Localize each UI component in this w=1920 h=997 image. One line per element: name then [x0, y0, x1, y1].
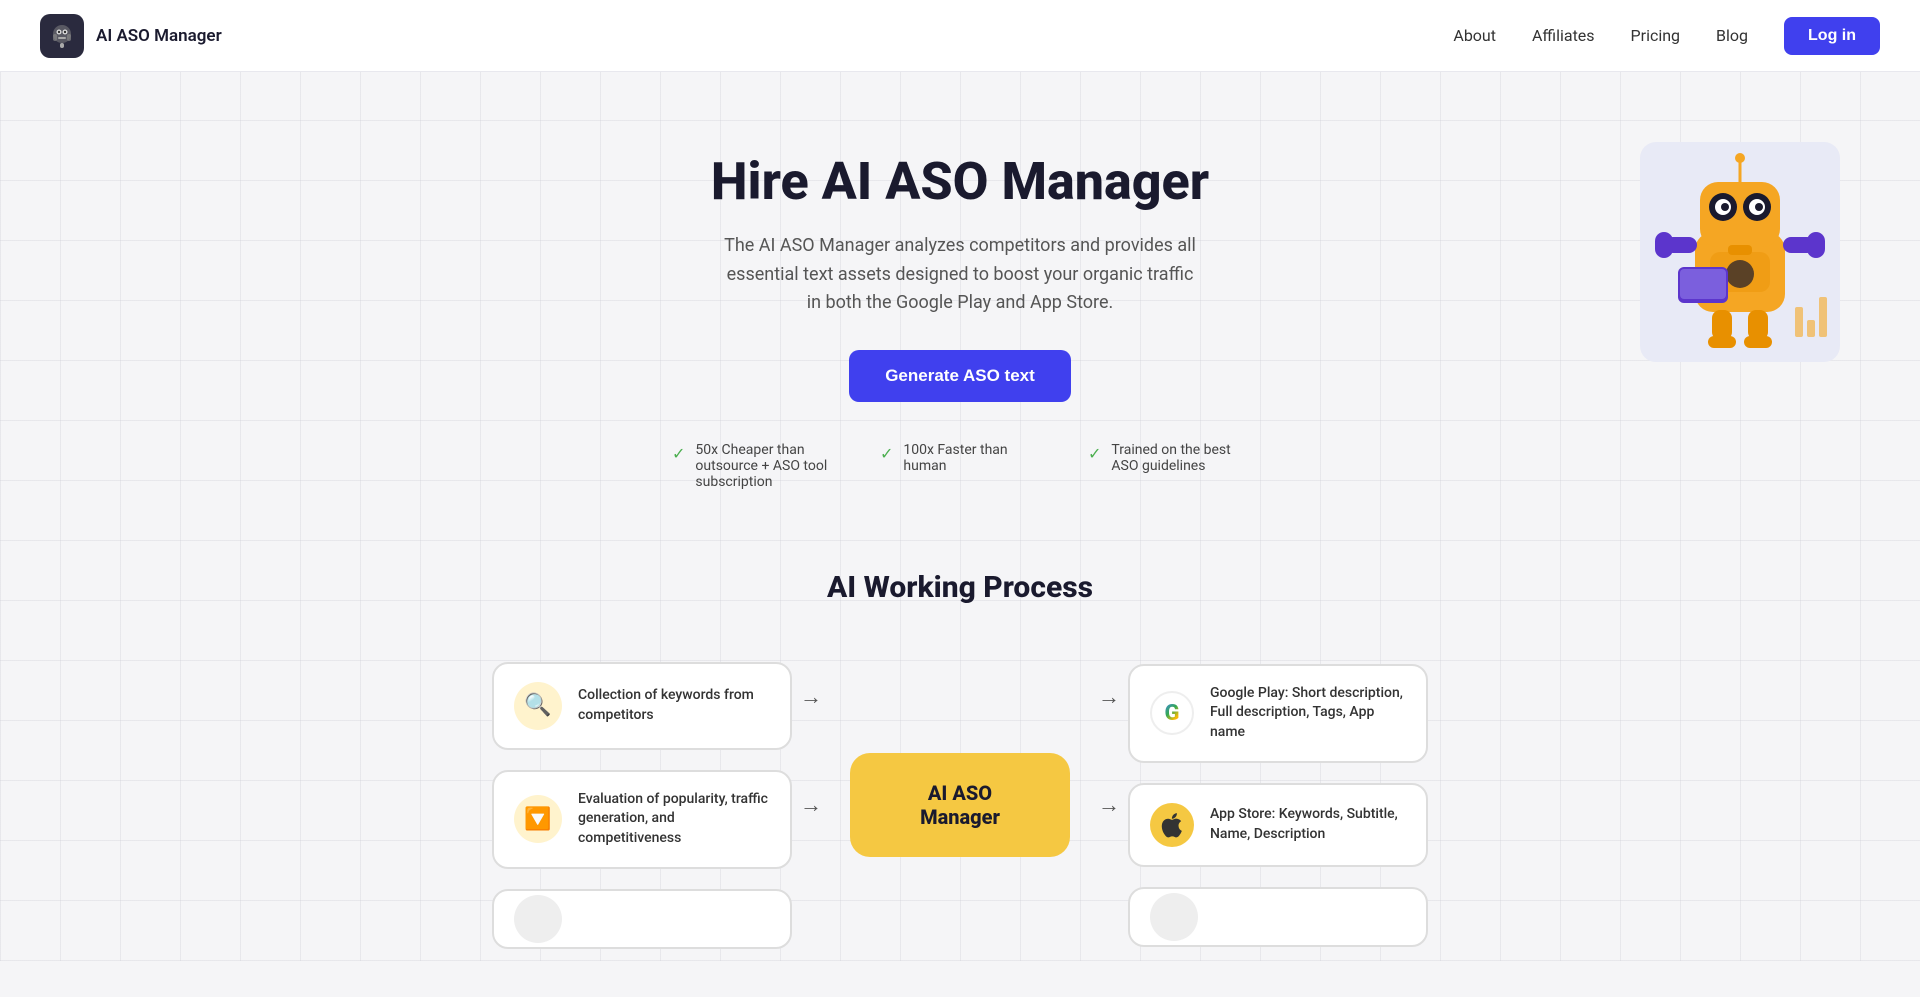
output-cards-col: G Google Play: Short description, Full d…: [1128, 664, 1428, 947]
features-row: ✓ 50x Cheaper than outsource + ASO tool …: [20, 442, 1900, 490]
input-card-keywords-text: Collection of keywords from competitors: [578, 686, 770, 725]
hero-subtitle: The AI ASO Manager analyzes competitors …: [720, 232, 1200, 318]
nav-about[interactable]: About: [1453, 26, 1496, 45]
logo-text: AI ASO Manager: [96, 26, 222, 46]
process-diagram: 🔍 Collection of keywords from competitor…: [0, 653, 1920, 957]
nav-affiliates[interactable]: Affiliates: [1532, 26, 1595, 45]
login-button[interactable]: Log in: [1784, 17, 1880, 55]
input-card-evaluation: 🔽 Evaluation of popularity, traffic gene…: [492, 770, 792, 869]
partial-icon: [514, 895, 562, 943]
filter-icon: 🔽: [514, 795, 562, 843]
partial-icon-right: [1150, 893, 1198, 941]
feature-text-1: 50x Cheaper than outsource + ASO tool su…: [695, 442, 832, 490]
arrow-right-1: →: [1098, 653, 1120, 741]
nav-pricing[interactable]: Pricing: [1631, 26, 1681, 45]
hero-title: Hire AI ASO Manager: [20, 152, 1900, 212]
output-card-google: G Google Play: Short description, Full d…: [1128, 664, 1428, 763]
main-content: Hire AI ASO Manager The AI ASO Manager a…: [0, 0, 1920, 997]
arrow-2: →: [800, 761, 822, 849]
logo-area: AI ASO Manager: [40, 14, 222, 58]
input-cards-col: 🔍 Collection of keywords from competitor…: [492, 662, 792, 949]
google-icon: G: [1150, 691, 1194, 735]
check-icon-1: ✓: [672, 444, 685, 463]
nav: About Affiliates Pricing Blog Log in: [1453, 17, 1880, 55]
arrow-1: →: [800, 653, 822, 741]
feature-item-3: ✓ Trained on the best ASO guidelines: [1088, 442, 1248, 490]
check-icon-3: ✓: [1088, 444, 1101, 463]
process-section: AI Working Process 🔍 Collection of keywo…: [0, 550, 1920, 997]
output-card-partial: [1128, 887, 1428, 947]
nav-blog[interactable]: Blog: [1716, 26, 1748, 45]
header: AI ASO Manager About Affiliates Pricing …: [0, 0, 1920, 72]
arrow-right-2: →: [1098, 761, 1120, 849]
generate-aso-button[interactable]: Generate ASO text: [849, 350, 1071, 402]
output-card-apple: App Store: Keywords, Subtitle, Name, Des…: [1128, 783, 1428, 867]
hero-section: Hire AI ASO Manager The AI ASO Manager a…: [0, 72, 1920, 550]
ai-center-col: AI ASO Manager: [830, 753, 1090, 857]
input-card-partial: [492, 889, 792, 949]
check-icon-2: ✓: [880, 444, 893, 463]
input-card-evaluation-text: Evaluation of popularity, traffic genera…: [578, 790, 770, 849]
apple-icon: [1150, 803, 1194, 847]
input-card-keywords: 🔍 Collection of keywords from competitor…: [492, 662, 792, 750]
output-card-apple-text: App Store: Keywords, Subtitle, Name, Des…: [1210, 805, 1406, 844]
feature-text-3: Trained on the best ASO guidelines: [1111, 442, 1248, 474]
search-icon: 🔍: [514, 682, 562, 730]
output-card-google-text: Google Play: Short description, Full des…: [1210, 684, 1406, 743]
left-arrows: → → →: [792, 653, 830, 957]
ai-center-box: AI ASO Manager: [850, 753, 1070, 857]
process-title: AI Working Process: [0, 570, 1920, 605]
right-arrows: → → →: [1090, 653, 1128, 957]
feature-item-2: ✓ 100x Faster than human: [880, 442, 1040, 490]
feature-item-1: ✓ 50x Cheaper than outsource + ASO tool …: [672, 442, 832, 490]
feature-text-2: 100x Faster than human: [903, 442, 1040, 474]
robot-illustration: [1640, 112, 1860, 412]
logo-icon: [40, 14, 84, 58]
